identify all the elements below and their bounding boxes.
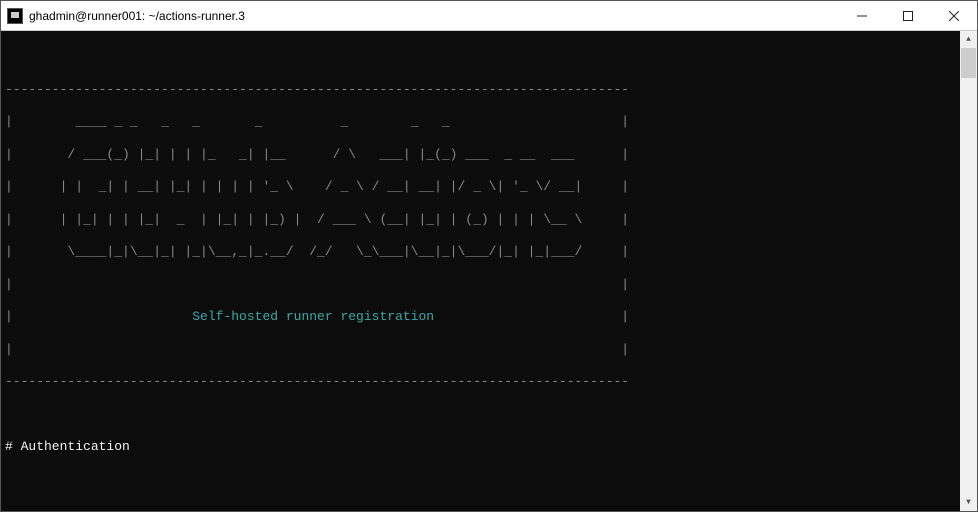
terminal-output[interactable]: ----------------------------------------…: [1, 31, 960, 511]
blank-line: [5, 407, 956, 423]
scrollbar-up-arrow[interactable]: ▲: [960, 31, 977, 48]
section-authentication: # Authentication: [5, 439, 956, 455]
banner-line: | \____|_|\__|_| |_|\__,_|_.__/ /_/ \_\_…: [5, 244, 956, 260]
banner-line: | |: [5, 277, 956, 293]
banner-line: | ____ _ _ _ _ _ _ _ _ |: [5, 114, 956, 130]
scrollbar-down-arrow[interactable]: ▼: [960, 494, 977, 511]
banner-pipe-right: |: [434, 309, 629, 324]
content-area: ----------------------------------------…: [1, 31, 977, 511]
banner-border-top: ----------------------------------------…: [5, 82, 956, 98]
window-controls: [839, 1, 977, 30]
minimize-button[interactable]: [839, 1, 885, 30]
banner-border-bottom: ----------------------------------------…: [5, 374, 956, 390]
blank-line: [5, 504, 956, 511]
close-button[interactable]: [931, 1, 977, 30]
maximize-button[interactable]: [885, 1, 931, 30]
banner-line: | | | _| | __| |_| | | | | '_ \ / _ \ / …: [5, 179, 956, 195]
banner-line: | / ___(_) |_| | | |_ _| |__ / \ ___| |_…: [5, 147, 956, 163]
blank-line: [5, 49, 956, 65]
banner-line: | |: [5, 342, 956, 358]
terminal-window: ghadmin@runner001: ~/actions-runner.3 --…: [0, 0, 978, 512]
banner-subtitle-line: | Self-hosted runner registration |: [5, 309, 956, 325]
scrollbar[interactable]: ▲ ▼: [960, 31, 977, 511]
banner-pipe-left: |: [5, 309, 192, 324]
scrollbar-thumb[interactable]: [961, 48, 976, 78]
banner-subtitle: Self-hosted runner registration: [192, 309, 434, 324]
app-icon: [7, 8, 23, 24]
blank-line: [5, 472, 956, 488]
banner-line: | | |_| | | |_| _ | |_| | |_) | / ___ \ …: [5, 212, 956, 228]
titlebar[interactable]: ghadmin@runner001: ~/actions-runner.3: [1, 1, 977, 31]
window-title: ghadmin@runner001: ~/actions-runner.3: [29, 9, 839, 23]
